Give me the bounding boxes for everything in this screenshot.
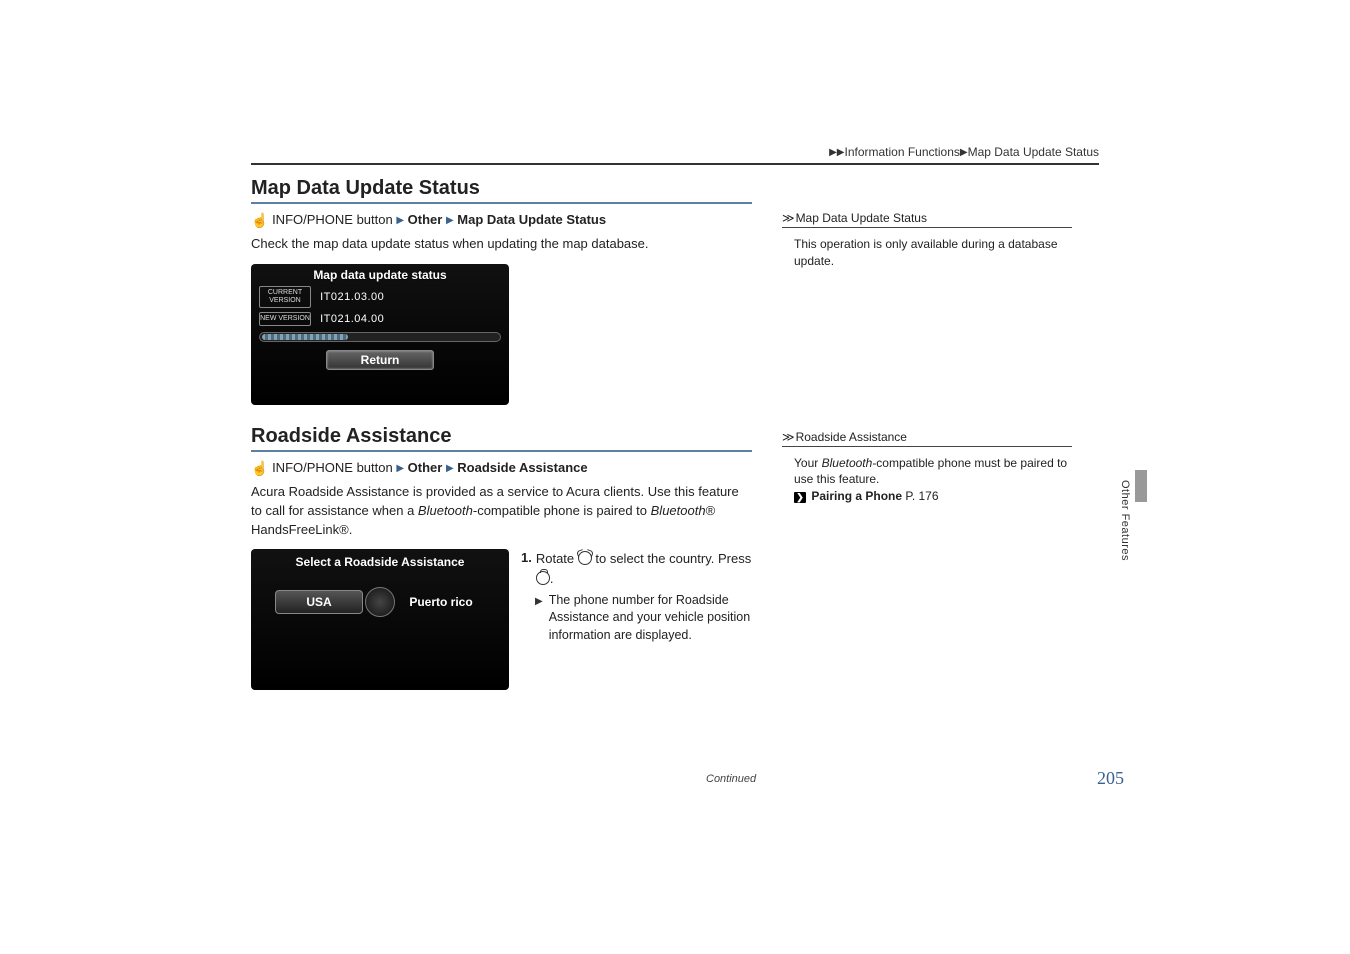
link-arrow-icon: ❯ [794, 492, 806, 503]
section-tab-label: Other Features [1119, 480, 1131, 561]
pairing-phone-link[interactable]: Pairing a Phone [811, 489, 902, 503]
new-version-value: IT021.04.00 [320, 313, 384, 325]
breadcrumb-triangle-icon: ▶ [960, 147, 968, 158]
info-phone-icon: ☝ [251, 461, 268, 478]
breadcrumb-level-2: Information Functions [844, 145, 959, 159]
path-leaf-label: Map Data Update Status [457, 212, 606, 227]
link-page-ref: P. 176 [905, 489, 938, 503]
path-other-label: Other [408, 212, 443, 227]
note-text-frag: Your [794, 456, 822, 470]
step-text-frag: . [550, 571, 554, 586]
note-chevron-icon: ≫ [782, 211, 792, 225]
current-version-label: CURRENT VERSION [259, 286, 311, 308]
step-text-frag: Rotate [536, 551, 578, 566]
breadcrumb-triangle-icon: ▶ [829, 147, 837, 158]
section-tab: Other Features [1119, 480, 1131, 590]
main-column: Map Data Update Status ☝ INFO/PHONE butt… [251, 177, 752, 690]
substep: ▶ The phone number for Roadside Assistan… [535, 592, 752, 645]
breadcrumb: ▶▶Information Functions▶Map Data Update … [251, 145, 1099, 165]
option-puerto-rico[interactable]: Puerto rico [397, 595, 485, 609]
screenshot-map-data-update: Map data update status CURRENT VERSION I… [251, 264, 509, 405]
section-title-roadside: Roadside Assistance [251, 425, 752, 452]
bluetooth-italic: Bluetooth [418, 503, 473, 518]
note-body: Your Bluetooth-compatible phone must be … [782, 453, 1072, 505]
breadcrumb-triangle-icon: ▶ [837, 147, 845, 158]
option-usa[interactable]: USA [275, 590, 363, 614]
current-version-value: IT021.03.00 [320, 291, 384, 303]
step-1: 1. Rotate to select the country. Press . [521, 549, 752, 587]
path-triangle-icon: ▶ [396, 215, 404, 226]
note-divider [782, 446, 1072, 447]
note-title-roadside: ≫ Roadside Assistance [782, 430, 1072, 446]
screen-title: Map data update status [257, 268, 503, 282]
substep-triangle-icon: ▶ [535, 595, 543, 645]
nav-path: ☝ INFO/PHONE button ▶ Other ▶ Roadside A… [251, 460, 752, 477]
continued-label: Continued [706, 773, 756, 785]
new-version-label: NEW VERSION [259, 312, 311, 326]
step-text-frag: to select the country. Press [592, 551, 751, 566]
option-row: USA Puerto rico [257, 587, 503, 617]
note-title-text: Map Data Update Status [796, 211, 927, 225]
step-text: Rotate to select the country. Press . [536, 549, 752, 587]
dial-icon [365, 587, 395, 617]
substep-text: The phone number for Roadside Assistance… [549, 592, 752, 645]
side-notes-column: ≫ Map Data Update Status This operation i… [782, 177, 1072, 690]
bluetooth-italic: Bluetooth [651, 503, 706, 518]
section-title-map-data: Map Data Update Status [251, 177, 752, 204]
path-button-label: INFO/PHONE button [272, 212, 393, 227]
note-divider [782, 227, 1072, 228]
new-version-row: NEW VERSION IT021.04.00 [259, 312, 501, 326]
body-text-frag: -compatible phone is paired to [473, 503, 651, 518]
path-button-label: INFO/PHONE button [272, 460, 393, 475]
current-version-row: CURRENT VERSION IT021.03.00 [259, 286, 501, 308]
path-triangle-icon: ▶ [446, 215, 454, 226]
page-content: ▶▶Information Functions▶Map Data Update … [251, 145, 1099, 690]
return-button[interactable]: Return [326, 350, 434, 370]
page-number: 205 [1097, 768, 1124, 789]
note-title-text: Roadside Assistance [796, 430, 907, 444]
instructions: 1. Rotate to select the country. Press .… [521, 549, 752, 644]
info-phone-icon: ☝ [251, 213, 268, 230]
progress-fill [262, 334, 348, 340]
step-number: 1. [521, 549, 532, 587]
press-dial-icon [536, 571, 550, 585]
path-triangle-icon: ▶ [446, 463, 454, 474]
section-body: Check the map data update status when up… [251, 235, 752, 254]
screenshot-roadside-select: Select a Roadside Assistance USA Puerto … [251, 549, 509, 690]
note-title-map-data: ≫ Map Data Update Status [782, 211, 1072, 227]
progress-bar [259, 332, 501, 342]
rotate-dial-icon [578, 551, 592, 565]
note-body: This operation is only available during … [782, 234, 1072, 270]
nav-path: ☝ INFO/PHONE button ▶ Other ▶ Map Data U… [251, 212, 752, 229]
section-body: Acura Roadside Assistance is provided as… [251, 483, 752, 540]
path-other-label: Other [408, 460, 443, 475]
note-chevron-icon: ≫ [782, 430, 792, 444]
bluetooth-italic: Bluetooth [822, 456, 873, 470]
screen-title: Select a Roadside Assistance [257, 555, 503, 569]
breadcrumb-level-3: Map Data Update Status [968, 145, 1099, 159]
thumb-index-notch [1135, 470, 1147, 502]
path-leaf-label: Roadside Assistance [457, 460, 587, 475]
path-triangle-icon: ▶ [396, 463, 404, 474]
